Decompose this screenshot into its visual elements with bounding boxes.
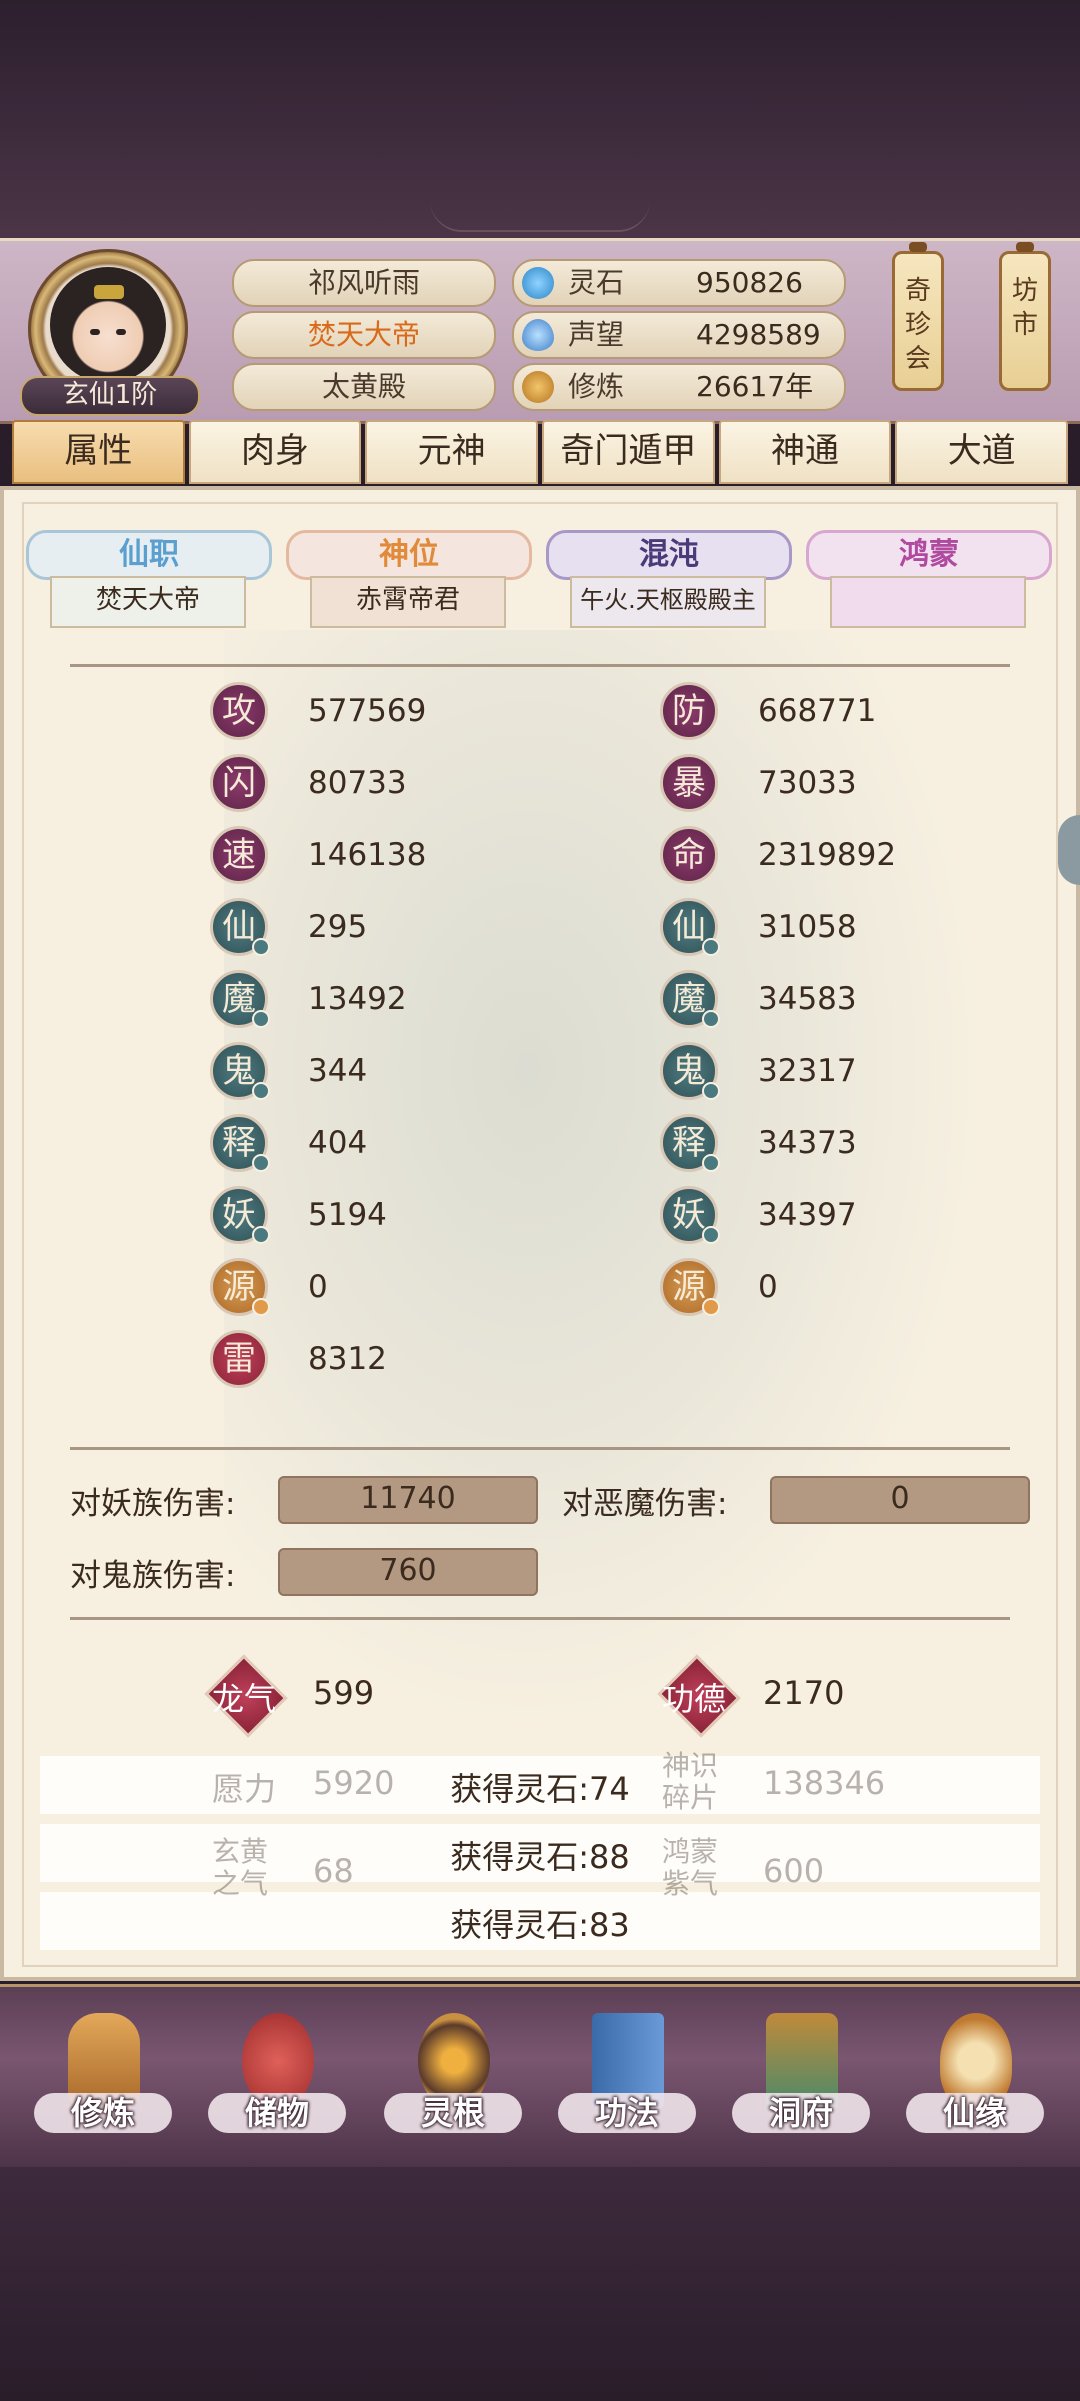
stat-value: 0 xyxy=(308,1269,328,1305)
stat-value: 5194 xyxy=(308,1197,387,1233)
extra-value-merit: 2170 xyxy=(763,1674,845,1712)
defense-element-dot-icon xyxy=(702,1082,720,1100)
stat-value: 80733 xyxy=(308,765,407,801)
defense-element-dot-icon xyxy=(702,1298,720,1316)
tab-qimen[interactable]: 奇门遁甲 xyxy=(542,420,715,484)
tab-bar: 属性 肉身 元神 奇门遁甲 神通 大道 xyxy=(12,420,1069,484)
rank-badge: 玄仙1阶 xyxy=(20,376,200,416)
toast-message: 获得灵石:74 xyxy=(450,1770,630,1808)
attack-element-dot-icon xyxy=(252,938,270,956)
stat-value: 34373 xyxy=(758,1125,857,1161)
stat-value: 31058 xyxy=(758,909,857,945)
attack-element-dot-icon xyxy=(252,1298,270,1316)
tab-powers[interactable]: 神通 xyxy=(718,420,892,484)
stat-badge: 暴 xyxy=(660,754,718,812)
extra-value-dragon-qi: 599 xyxy=(313,1674,375,1712)
tab-body[interactable]: 肉身 xyxy=(188,420,362,484)
stat-value: 146138 xyxy=(308,837,427,873)
stat-value: 73033 xyxy=(758,765,857,801)
toast-message: 获得灵石:88 xyxy=(450,1838,630,1876)
spirit-stone-icon xyxy=(522,267,554,299)
stat-value: 34583 xyxy=(758,981,857,1017)
stat-badge: 命 xyxy=(660,826,718,884)
stat-value: 34397 xyxy=(758,1197,857,1233)
player-sect: 太黄殿 xyxy=(232,363,496,411)
stat-value: 404 xyxy=(308,1125,368,1161)
defense-element-dot-icon xyxy=(702,1154,720,1172)
category-shenwei[interactable]: 神位 赤霄帝君 xyxy=(286,530,532,630)
extra-label-merit: 功德 xyxy=(662,1680,727,1718)
stat-value: 8312 xyxy=(308,1341,387,1377)
damage-label-fiend: 对恶魔伤害: xyxy=(562,1486,728,1522)
tab-dao[interactable]: 大道 xyxy=(895,420,1069,484)
resource-prestige: 声望 4298589 xyxy=(512,311,846,359)
tab-spirit[interactable]: 元神 xyxy=(365,420,539,484)
stat-value: 13492 xyxy=(308,981,407,1017)
category-hundun[interactable]: 混沌 午火.天枢殿殿主 xyxy=(546,530,792,630)
player-header: 玄仙1阶 祁风听雨 焚天大帝 太黄殿 灵石 950826 声望 4298589 … xyxy=(0,238,1080,424)
stat-badge: 雷 xyxy=(210,1330,268,1388)
treasure-fair-button[interactable]: 奇珍会 xyxy=(892,242,944,391)
player-name: 祁风听雨 xyxy=(232,259,496,307)
divider xyxy=(70,1447,1010,1450)
cultivation-icon xyxy=(522,371,554,403)
attack-element-dot-icon xyxy=(252,1010,270,1028)
defense-element-dot-icon xyxy=(702,1226,720,1244)
stat-value: 295 xyxy=(308,909,368,945)
damage-value-ghost: 760 xyxy=(278,1548,538,1596)
market-button[interactable]: 坊市 xyxy=(999,242,1051,391)
nav-techniques[interactable]: 功法 xyxy=(552,2007,702,2157)
stat-badge: 攻 xyxy=(210,682,268,740)
nav-storage[interactable]: 储物 xyxy=(202,2007,352,2157)
damage-value-demon: 11740 xyxy=(278,1476,538,1524)
resource-cultivation: 修炼 26617年 xyxy=(512,363,846,411)
nav-cave[interactable]: 洞府 xyxy=(726,2007,876,2157)
stat-value: 668771 xyxy=(758,693,877,729)
damage-value-fiend: 0 xyxy=(770,1476,1030,1524)
stat-value: 0 xyxy=(758,1269,778,1305)
defense-element-dot-icon xyxy=(702,938,720,956)
damage-label-demon: 对妖族伤害: xyxy=(70,1486,236,1522)
nav-cultivate[interactable]: 修炼 xyxy=(28,2007,178,2157)
side-drawer-handle[interactable] xyxy=(1058,815,1080,885)
attack-element-dot-icon xyxy=(252,1226,270,1244)
extra-label-dragon-qi: 龙气 xyxy=(212,1680,277,1718)
nav-fate[interactable]: 仙缘 xyxy=(900,2007,1050,2157)
player-title: 焚天大帝 xyxy=(232,311,496,359)
resource-spirit-stone: 灵石 950826 xyxy=(512,259,846,307)
category-hongmeng[interactable]: 鸿蒙 xyxy=(806,530,1052,630)
stat-badge: 闪 xyxy=(210,754,268,812)
prestige-icon xyxy=(522,319,554,351)
stat-value: 2319892 xyxy=(758,837,897,873)
toast-message: 获得灵石:83 xyxy=(450,1906,630,1944)
category-xianzhi[interactable]: 仙职 焚天大帝 xyxy=(26,530,272,630)
defense-element-dot-icon xyxy=(702,1010,720,1028)
divider xyxy=(70,1617,1010,1620)
damage-label-ghost: 对鬼族伤害: xyxy=(70,1558,236,1594)
stat-value: 32317 xyxy=(758,1053,857,1089)
attack-element-dot-icon xyxy=(252,1154,270,1172)
stat-value: 577569 xyxy=(308,693,427,729)
stat-badge: 防 xyxy=(660,682,718,740)
tab-attributes[interactable]: 属性 xyxy=(12,420,185,484)
stat-value: 344 xyxy=(308,1053,368,1089)
top-ornament xyxy=(430,200,650,232)
attack-element-dot-icon xyxy=(252,1082,270,1100)
nav-spirit-root[interactable]: 灵根 xyxy=(378,2007,528,2157)
divider xyxy=(70,664,1010,667)
bottom-nav: 修炼 储物 灵根 功法 洞府 仙缘 xyxy=(0,1984,1080,2167)
stat-badge: 速 xyxy=(210,826,268,884)
